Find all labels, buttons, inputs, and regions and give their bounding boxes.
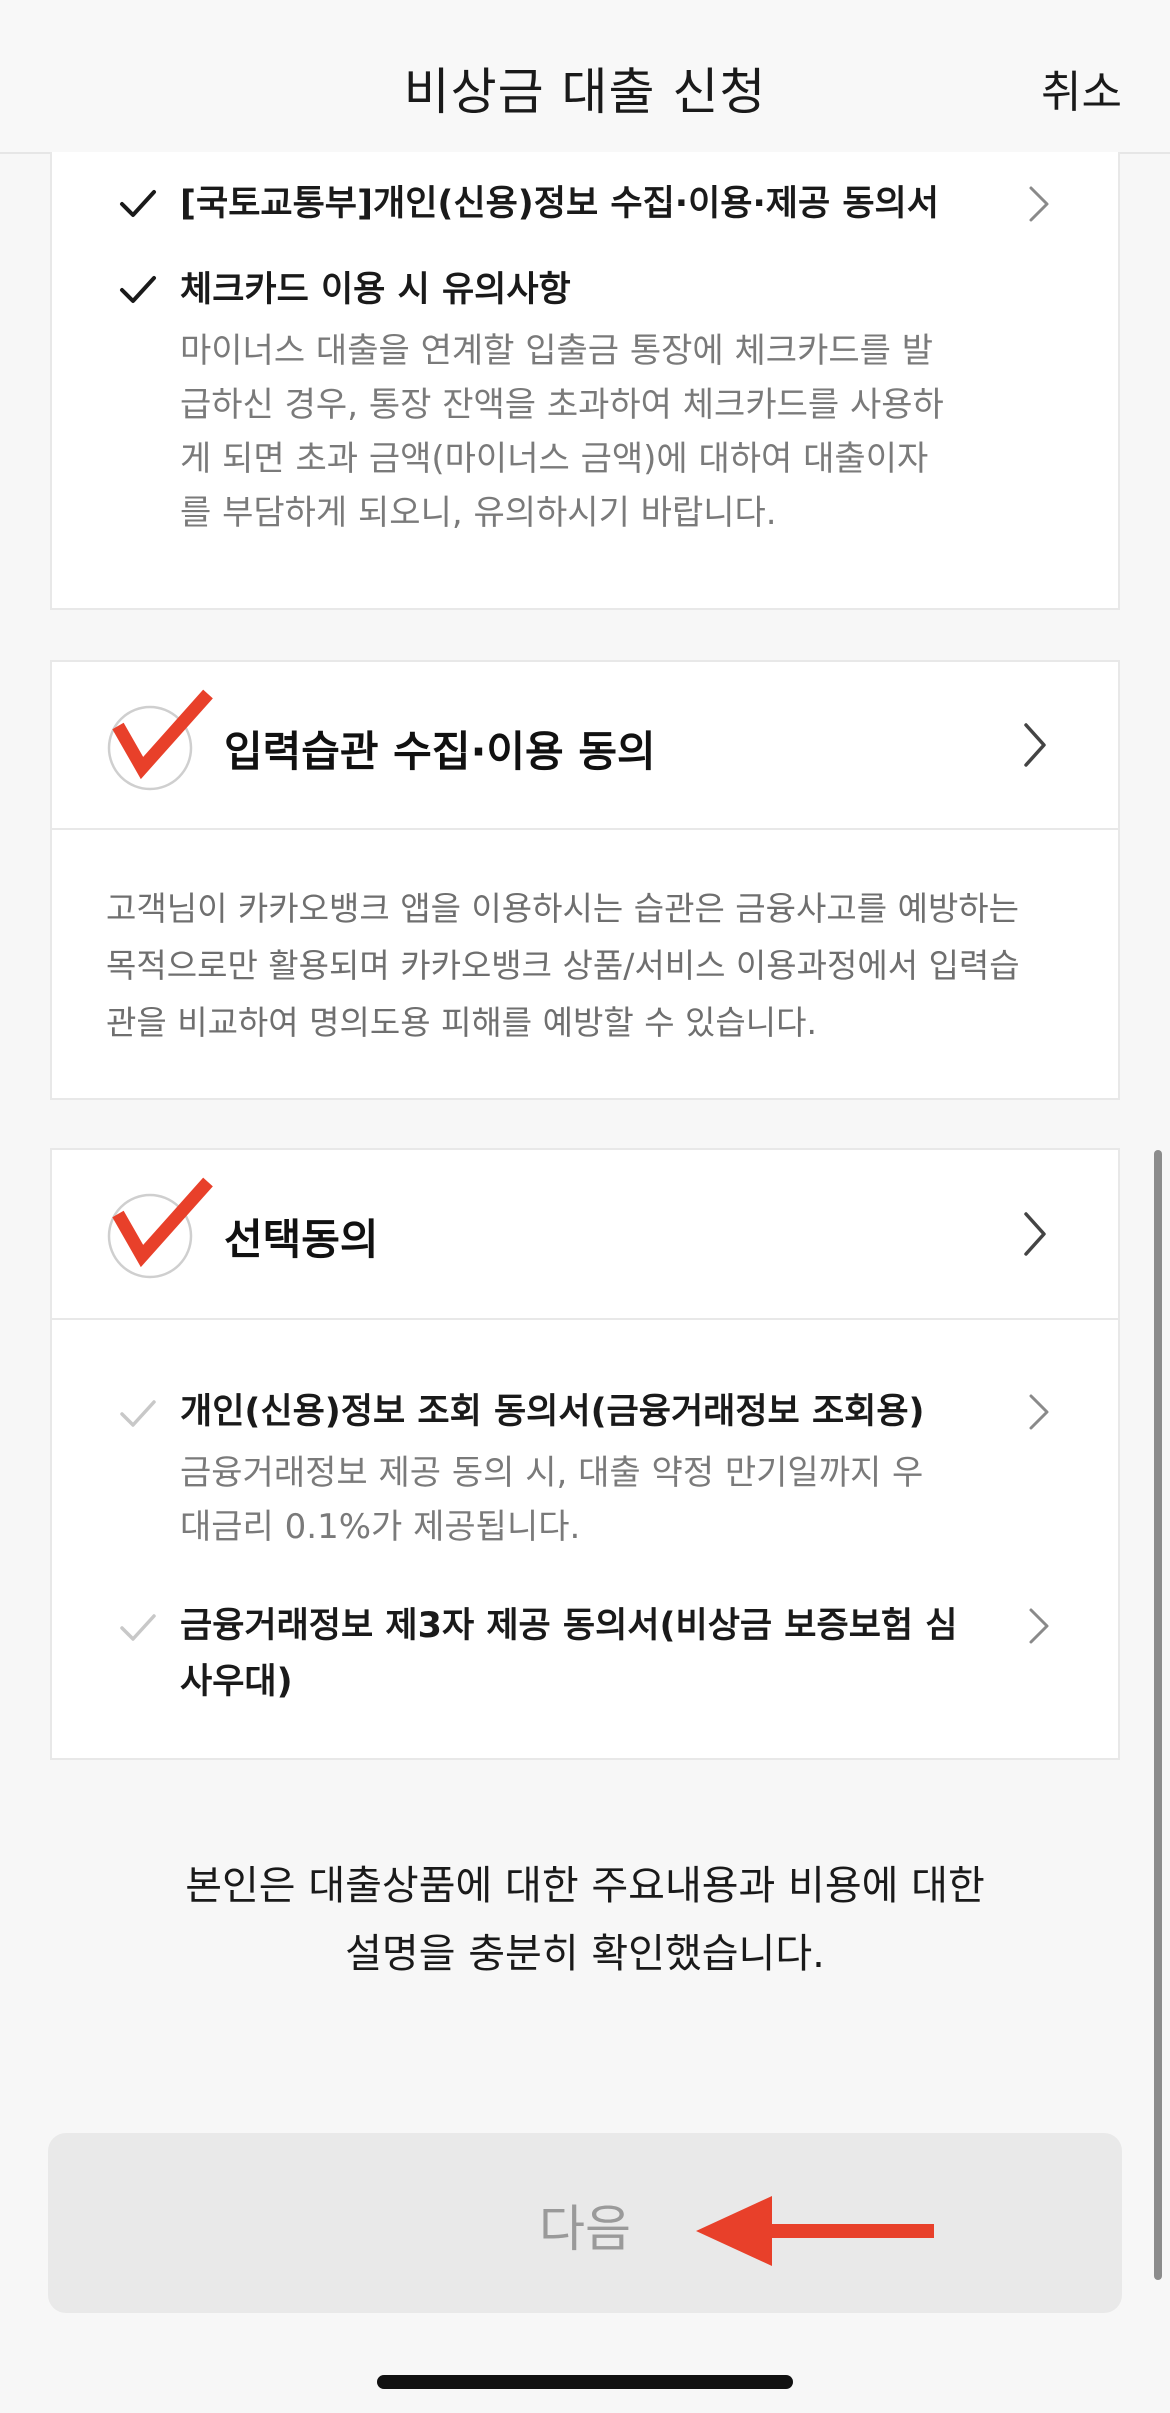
chevron-right-icon[interactable] [1024, 182, 1054, 226]
optional-item-credit-inquiry[interactable]: 개인(신용)정보 조회 동의서(금융거래정보 조회용) 금융거래정보 제공 동의… [52, 1384, 1118, 1547]
scrollbar[interactable] [1154, 1150, 1162, 2280]
red-check-circle-icon[interactable] [106, 682, 216, 792]
red-check-circle-icon[interactable] [106, 1170, 216, 1280]
divider [52, 1318, 1118, 1320]
optional-agreements-card: 선택동의 개인(신용)정보 조회 동의서(금융거래정보 조회용) 금융거래정보 … [50, 1148, 1120, 1760]
confirmation-statement: 본인은 대출상품에 대한 주요내용과 비용에 대한 설명을 충분히 확인했습니다… [185, 1863, 985, 1977]
divider [52, 828, 1118, 830]
cancel-button[interactable]: 취소 [1041, 56, 1122, 120]
next-button-label: 다음 [539, 2200, 631, 2258]
chevron-right-icon[interactable] [1024, 1604, 1054, 1648]
input-habit-header[interactable]: 입력습관 수집·이용 동의 [52, 662, 1118, 828]
home-indicator [377, 2375, 793, 2389]
agreement-title: 체크카드 이용 시 유의사항 [180, 270, 571, 310]
agreement-item-molit[interactable]: [국토교통부]개인(신용)정보 수집·이용·제공 동의서 [52, 176, 1118, 236]
checkmark-icon [120, 190, 156, 217]
chevron-right-icon[interactable] [1024, 1390, 1054, 1434]
checkmark-icon [120, 276, 156, 303]
checkmark-icon[interactable] [116, 1606, 160, 1650]
chevron-right-icon[interactable] [1018, 717, 1052, 773]
navigation-bar: 비상금 대출 신청 취소 [0, 0, 1170, 154]
next-button[interactable]: 다음 [48, 2133, 1122, 2313]
agreement-title: 금융거래정보 제3자 제공 동의서(비상금 보증보험 심 사우대) [180, 1606, 958, 1702]
chevron-right-icon[interactable] [1018, 1206, 1052, 1262]
red-arrow-icon [696, 2196, 934, 2266]
agreement-description: 마이너스 대출을 연계할 입출금 통장에 체크카드를 발 급하신 경우, 통장 … [180, 331, 944, 533]
checkmark-icon[interactable] [116, 1392, 160, 1436]
agreement-title: [국토교통부]개인(신용)정보 수집·이용·제공 동의서 [180, 184, 939, 224]
page-title: 비상금 대출 신청 [403, 63, 767, 121]
section-description: 고객님이 카카오뱅크 앱을 이용하시는 습관은 금융사고를 예방하는 목적으로만… [106, 889, 1020, 1042]
agreement-title: 개인(신용)정보 조회 동의서(금융거래정보 조회용) [180, 1392, 925, 1432]
optional-item-third-party[interactable]: 금융거래정보 제3자 제공 동의서(비상금 보증보험 심 사우대) [52, 1598, 1118, 1718]
agreement-item-checkcard[interactable]: 체크카드 이용 시 유의사항 마이너스 대출을 연계할 입출금 통장에 체크카드… [52, 262, 1118, 592]
section-title: 입력습관 수집·이용 동의 [224, 727, 656, 776]
required-agreements-card: [국토교통부]개인(신용)정보 수집·이용·제공 동의서 체크카드 이용 시 유… [50, 152, 1120, 610]
agreement-description: 금융거래정보 제공 동의 시, 대출 약정 만기일까지 우 대금리 0.1%가 … [180, 1453, 924, 1547]
section-title: 선택동의 [224, 1215, 379, 1264]
optional-header[interactable]: 선택동의 [52, 1150, 1118, 1318]
input-habit-card: 입력습관 수집·이용 동의 고객님이 카카오뱅크 앱을 이용하시는 습관은 금융… [50, 660, 1120, 1100]
